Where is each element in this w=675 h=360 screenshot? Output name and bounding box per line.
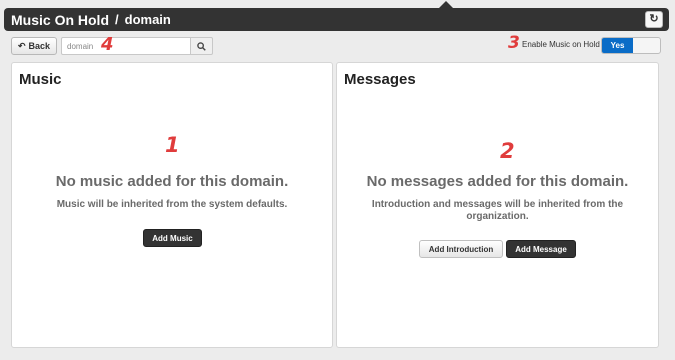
- breadcrumb-domain: domain: [124, 12, 171, 27]
- back-button[interactable]: ↶ Back: [11, 37, 57, 55]
- add-music-button[interactable]: Add Music: [143, 229, 202, 247]
- music-empty-subtitle: Music will be inherited from the system …: [56, 199, 288, 210]
- music-empty-title: No music added for this domain.: [55, 173, 289, 190]
- moh-toggle-yes[interactable]: Yes: [602, 38, 633, 53]
- annotation-marker-2: 2: [500, 139, 515, 163]
- search-icon: [197, 41, 206, 51]
- back-button-label: Back: [28, 41, 51, 51]
- music-panel-title: Music: [19, 71, 62, 88]
- search-input-value: domain: [67, 41, 94, 51]
- title-bar: Music On Hold / domain ↻: [4, 8, 669, 31]
- moh-toggle[interactable]: Yes: [601, 37, 661, 54]
- back-arrow-icon: ↶: [17, 40, 26, 51]
- refresh-icon: ↻: [649, 13, 659, 25]
- messages-panel: Messages 2 No messages added for this do…: [336, 62, 659, 348]
- add-introduction-button[interactable]: Add Introduction: [419, 240, 503, 258]
- header-notch: [439, 1, 453, 8]
- messages-empty-title: No messages added for this domain.: [366, 173, 629, 190]
- moh-toggle-label: Enable Music on Hold: [522, 40, 600, 49]
- breadcrumb-separator: /: [115, 12, 119, 27]
- messages-empty-subtitle: Introduction and messages will be inheri…: [371, 199, 624, 222]
- annotation-marker-3: 3: [508, 33, 520, 53]
- add-message-button[interactable]: Add Message: [506, 240, 576, 258]
- messages-panel-title: Messages: [344, 71, 416, 88]
- annotation-marker-1: 1: [165, 133, 180, 157]
- annotation-marker-4: 4: [101, 34, 114, 55]
- music-panel: Music 1 No music added for this domain. …: [11, 62, 333, 348]
- search-button[interactable]: [190, 37, 213, 55]
- page-title: Music On Hold: [11, 11, 109, 28]
- refresh-button[interactable]: ↻: [645, 11, 663, 28]
- search-input[interactable]: domain: [61, 37, 191, 55]
